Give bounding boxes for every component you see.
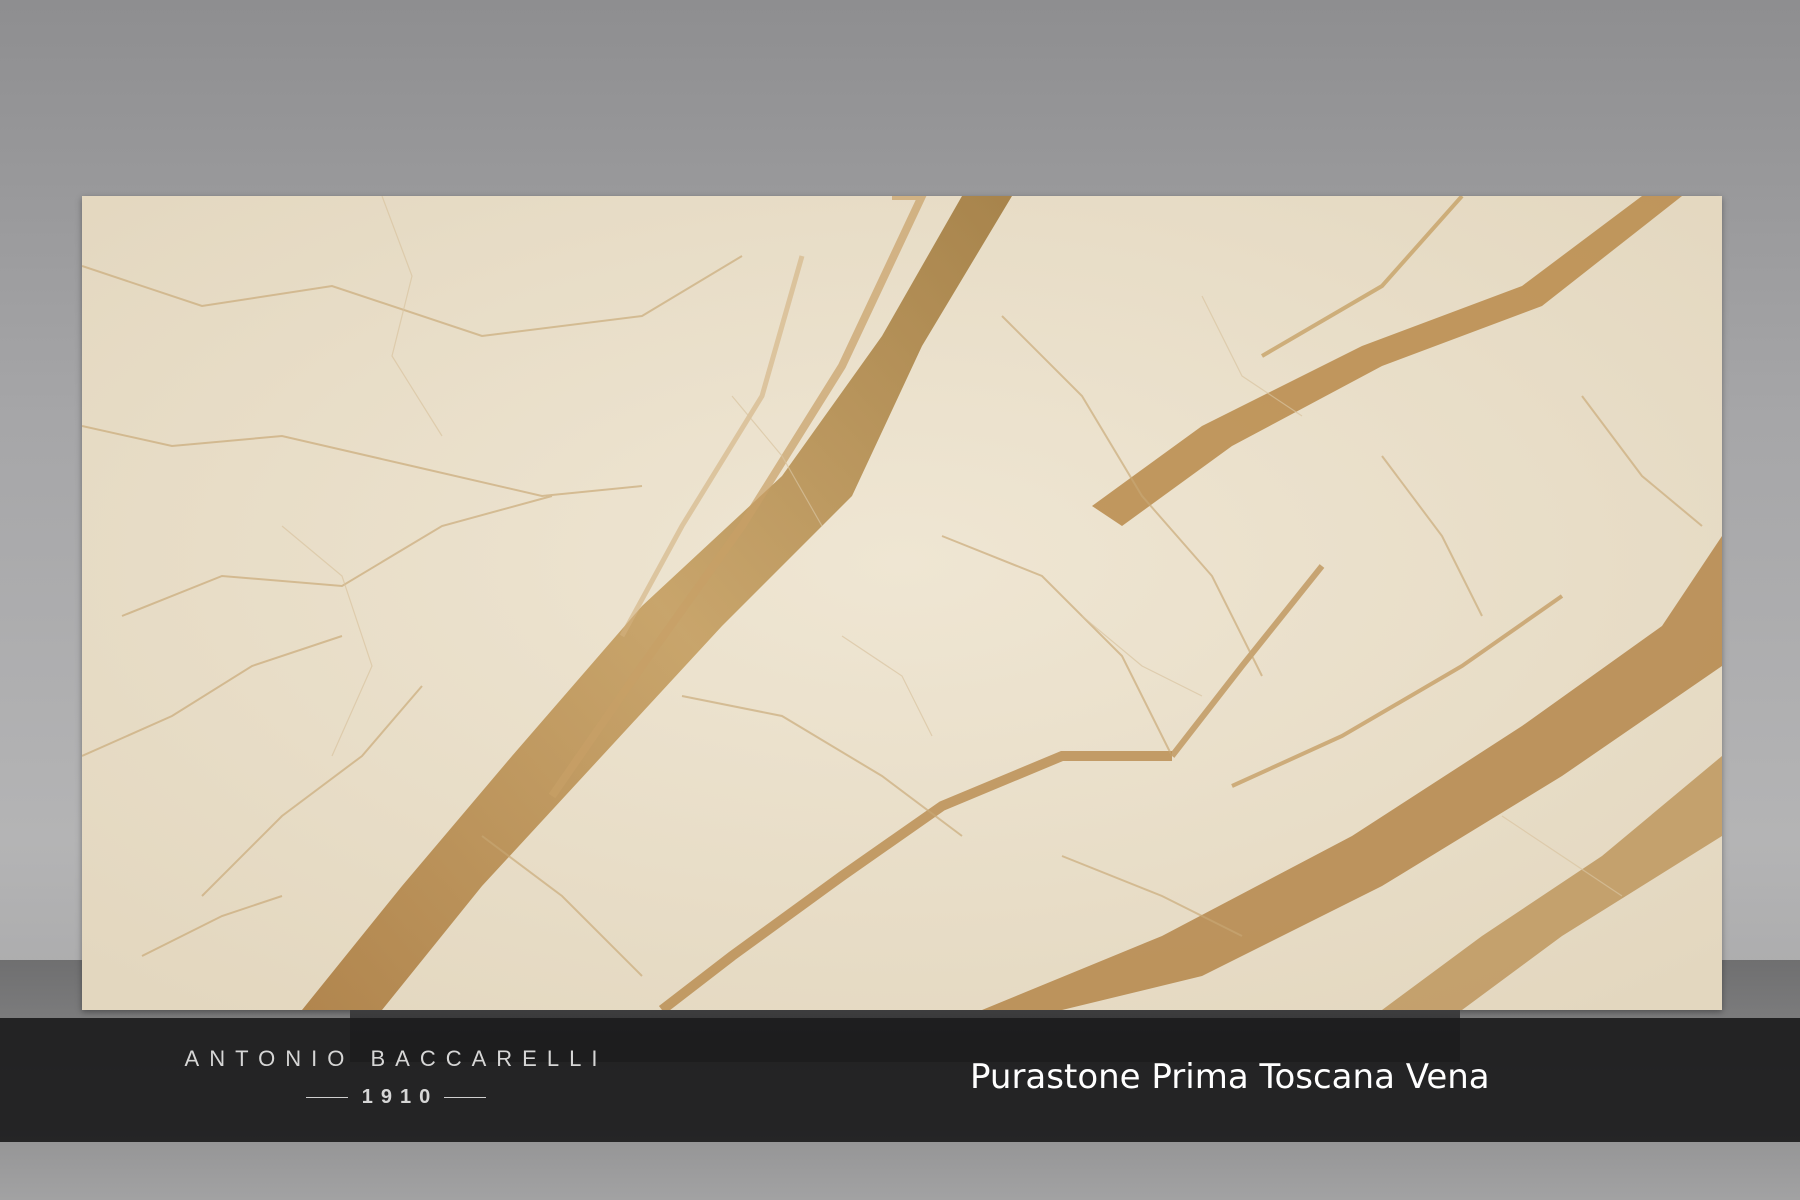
brand-rule-right <box>444 1097 487 1098</box>
marble-slab <box>82 196 1722 1010</box>
brand-name: ANTONIO BACCARELLI <box>184 1046 608 1071</box>
product-title: Purastone Prima Toscana Vena <box>970 1057 1490 1097</box>
brand-year-row: 1910 <box>116 1086 676 1109</box>
brand-rule-left <box>305 1097 348 1098</box>
brand-year: 1910 <box>361 1086 439 1108</box>
brand-logo: ANTONIO BACCARELLI 1910 <box>116 1046 676 1109</box>
